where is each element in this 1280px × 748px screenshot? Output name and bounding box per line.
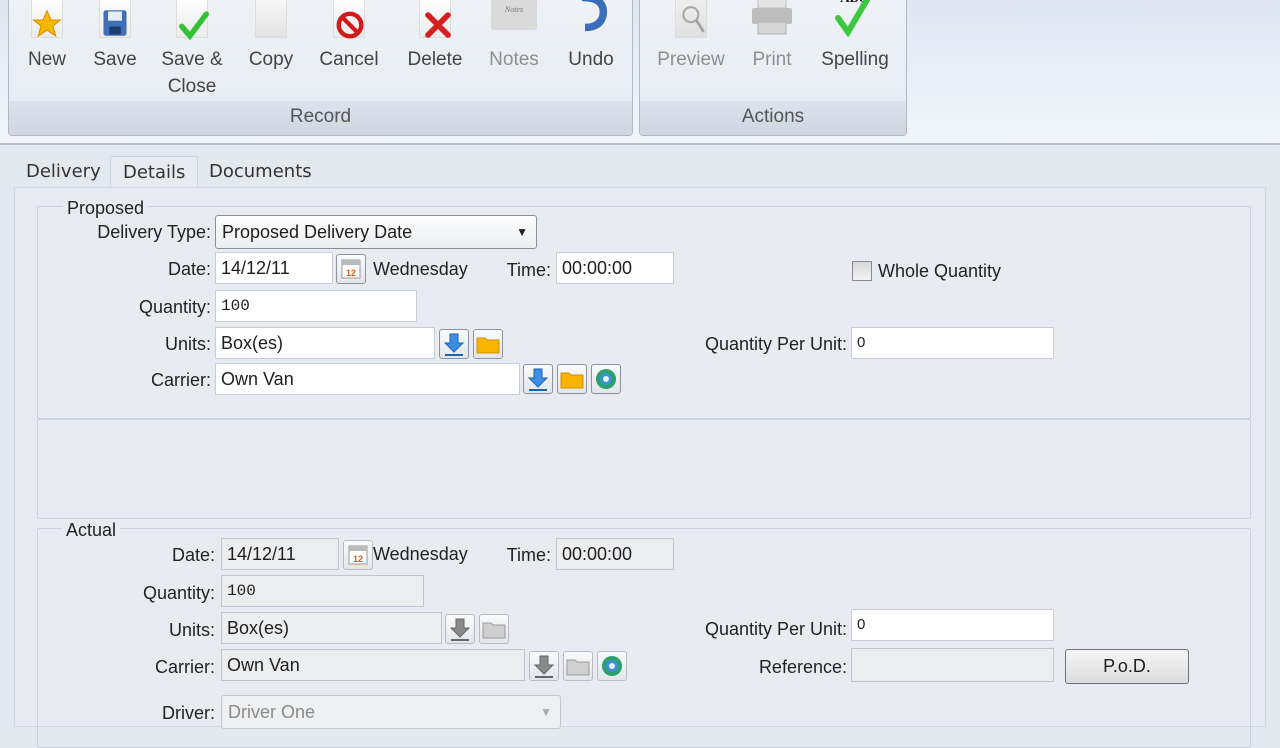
proposed-qpu-input[interactable]: 0 (851, 327, 1054, 359)
carrier-browse-button[interactable] (557, 364, 587, 394)
proposed-qpu-label: Quantity Per Unit: (704, 334, 847, 354)
folder-icon (566, 659, 590, 676)
actual-qpu-label: Quantity Per Unit: (704, 619, 847, 639)
proposed-day-name: Wednesday (373, 259, 468, 279)
driver-label: Driver: (162, 703, 215, 723)
spacer-panel (37, 419, 1251, 519)
proposed-calendar-button[interactable]: 12 (336, 254, 366, 284)
save-close-button[interactable]: Save & Close (157, 0, 227, 100)
tab-delivery[interactable]: Delivery (14, 156, 113, 188)
download-arrow-icon (443, 333, 465, 356)
actual-carrier-lookup-button[interactable] (529, 651, 559, 681)
folder-icon (476, 337, 500, 354)
proposed-carrier-label: Carrier: (150, 370, 211, 390)
actual-units-input[interactable]: Box(es) (221, 612, 442, 644)
actual-carrier-web-button[interactable] (597, 651, 627, 681)
ribbon-group-label: Actions (640, 101, 906, 135)
actual-carrier-browse-button[interactable] (563, 651, 593, 681)
proposed-quantity-input[interactable]: 100 (215, 290, 417, 322)
actual-units-lookup-button[interactable] (445, 614, 475, 644)
actual-calendar-button[interactable]: 12 (343, 540, 373, 570)
delete-x-icon (403, 0, 467, 46)
cancel-button[interactable]: Cancel (317, 0, 381, 73)
ribbon-group-label: Record (9, 101, 632, 135)
actual-quantity-input[interactable]: 100 (221, 575, 424, 607)
actual-carrier-input[interactable]: Own Van (221, 649, 525, 681)
units-browse-button[interactable] (473, 329, 503, 359)
folder-icon (560, 372, 584, 389)
actual-qpu-input[interactable]: 0 (851, 609, 1054, 641)
ribbon-group-actions: Preview Print ABC Spelling Actions (639, 0, 907, 136)
printer-icon (744, 0, 800, 46)
undo-button[interactable]: Undo (561, 0, 621, 73)
actual-legend: Actual (62, 520, 121, 541)
proposed-carrier-input[interactable]: Own Van (215, 363, 520, 395)
spelling-button[interactable]: ABC Spelling (816, 0, 894, 73)
download-arrow-icon (527, 368, 549, 391)
copy-button[interactable]: Copy (243, 0, 299, 73)
save-button[interactable]: Save (89, 0, 141, 73)
save-close-check-icon (157, 0, 227, 46)
calendar-icon: 12 (341, 259, 361, 279)
carrier-web-button[interactable] (591, 364, 621, 394)
delivery-type-label: Delivery Type: (97, 222, 211, 242)
svg-text:12: 12 (353, 554, 363, 564)
floppy-disk-icon (89, 0, 141, 46)
proposed-units-label: Units: (164, 334, 211, 354)
pod-button[interactable]: P.o.D. (1065, 649, 1189, 684)
delete-button[interactable]: Delete (403, 0, 467, 73)
ribbon: New Save Save & Close Copy Cancel Delete… (0, 0, 1280, 145)
calendar-icon: 12 (348, 545, 368, 565)
preview-magnifier-icon (654, 0, 728, 46)
chevron-down-icon: ▼ (516, 225, 528, 239)
new-button[interactable]: New (21, 0, 73, 73)
whole-quantity-checkbox[interactable] (852, 261, 872, 281)
download-arrow-icon (533, 655, 555, 678)
preview-button[interactable]: Preview (654, 0, 728, 73)
proposed-quantity-label: Quantity: (138, 297, 211, 317)
chevron-down-icon: ▼ (540, 705, 552, 719)
proposed-date-input[interactable]: 14/12/11 (215, 252, 333, 284)
globe-search-icon (596, 369, 616, 389)
svg-text:12: 12 (346, 268, 356, 278)
proposed-legend: Proposed (63, 198, 149, 219)
new-star-icon (21, 0, 73, 46)
reference-input[interactable] (851, 648, 1054, 682)
actual-units-browse-button[interactable] (479, 614, 509, 644)
actual-carrier-label: Carrier: (154, 657, 215, 677)
notes-icon: Notes (483, 0, 545, 46)
ribbon-group-record: New Save Save & Close Copy Cancel Delete… (8, 0, 633, 136)
delivery-type-select[interactable]: Proposed Delivery Date ▼ (215, 215, 537, 249)
actual-day-name: Wednesday (373, 544, 468, 564)
tab-documents[interactable]: Documents (197, 156, 324, 188)
units-lookup-button[interactable] (439, 329, 469, 359)
notes-button[interactable]: Notes Notes (483, 0, 545, 73)
actual-units-label: Units: (168, 620, 215, 640)
actual-date-label: Date: (171, 545, 215, 565)
carrier-lookup-button[interactable] (523, 364, 553, 394)
tab-details[interactable]: Details (110, 156, 199, 188)
proposed-units-input[interactable]: Box(es) (215, 327, 435, 359)
spelling-abc-check-icon: ABC (816, 0, 894, 46)
reference-label: Reference: (758, 657, 847, 677)
undo-arrow-icon (561, 0, 621, 46)
proposed-time-label: Time: (506, 260, 551, 280)
svg-text:Notes: Notes (504, 5, 523, 14)
folder-icon (482, 622, 506, 639)
details-panel: Proposed Delivery Type: Proposed Deliver… (14, 187, 1266, 748)
cancel-icon (317, 0, 381, 46)
proposed-time-input[interactable]: 00:00:00 (556, 252, 674, 284)
actual-time-input[interactable]: 00:00:00 (556, 538, 674, 570)
actual-date-input[interactable]: 14/12/11 (221, 538, 339, 570)
driver-select[interactable]: Driver One ▼ (221, 695, 561, 729)
whole-quantity-label: Whole Quantity (878, 261, 1002, 281)
download-arrow-icon (449, 618, 471, 641)
proposed-date-label: Date: (167, 259, 211, 279)
actual-time-label: Time: (506, 545, 551, 565)
actual-quantity-label: Quantity: (142, 583, 215, 603)
globe-search-icon (602, 656, 622, 676)
copy-icon (243, 0, 299, 46)
print-button[interactable]: Print (744, 0, 800, 73)
